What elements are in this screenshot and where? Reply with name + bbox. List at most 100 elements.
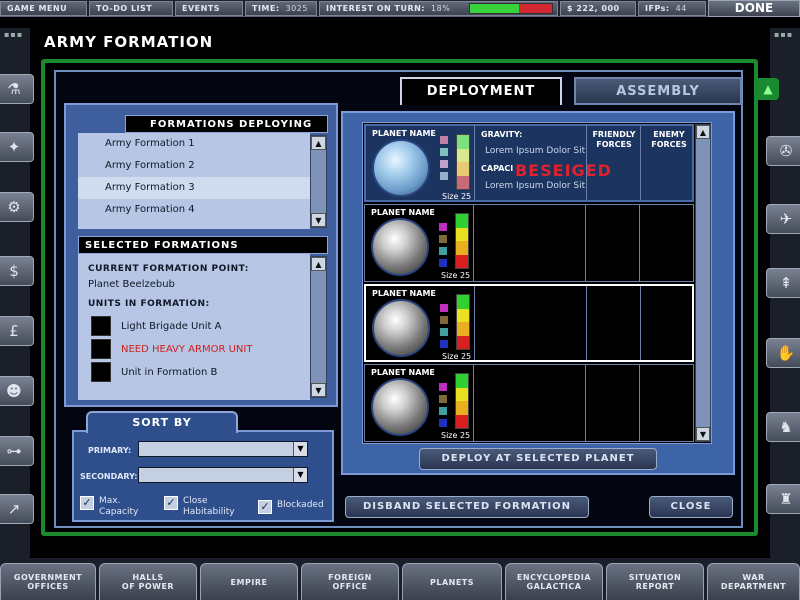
nav-encyclopedia-galactica[interactable]: ENCYCLOPEDIA GALACTICA [505,563,603,600]
check-icon[interactable]: ✓ [258,500,272,514]
secondary-dropdown[interactable]: ▼ [138,467,308,483]
events-button[interactable]: EVENTS [175,1,243,16]
friendly-forces-cell [585,205,639,281]
interest-label: INTEREST ON TURN: [326,4,426,13]
checkbox-label: Max. Capacity [99,496,139,517]
planet-icon [372,299,430,357]
planet-grid-scrollbar[interactable]: ▲ ▼ [695,124,711,442]
nav-situation-report[interactable]: SITUATION REPORT [606,563,704,600]
plane-icon[interactable]: ✈ [766,204,800,234]
unit-name: Light Brigade Unit A [121,320,222,332]
check-icon[interactable]: ✓ [164,496,178,510]
globe-icon[interactable]: ✦ [0,132,34,162]
planet-row[interactable]: PLANET NAME Size 25 [364,204,694,282]
units-scrollbar[interactable]: ▲ ▼ [310,256,327,398]
network-icon[interactable]: ⊶ [0,436,34,466]
unit-name: Unit in Formation B [121,366,218,378]
nav-government-offices[interactable]: GOVERNMENT OFFICES [0,563,96,600]
formations-scrollbar[interactable]: ▲ ▼ [310,135,327,228]
unit-row[interactable]: Unit in Formation B [91,362,217,382]
nav-halls-of-power[interactable]: HALLS OF POWER [99,563,197,600]
checkbox-label: Blockaded [277,500,324,510]
deploy-button[interactable]: DEPLOY AT SELECTED PLANET [419,448,657,470]
time-value: 3025 [285,4,308,13]
gravity-value: Lorem Ipsum Dolor Sit [485,146,586,156]
planet-size: Size 25 [441,431,471,440]
gravity-cell [473,205,585,281]
planet-name-label: PLANET NAME [371,208,435,217]
resource-swatch [440,148,448,156]
ifps-display: IFPs: 44 [638,1,706,16]
flask-icon[interactable]: ⚗ [0,74,34,104]
check-icon[interactable]: ✓ [80,496,94,510]
planet-row[interactable]: PLANET NAME Size 25 [364,284,694,362]
pound-icon[interactable]: £ [0,316,34,346]
scroll-up-icon[interactable]: ▲ [696,125,710,139]
enemy-forces-cell [639,365,693,441]
blockaded-checkbox[interactable]: ✓ Blockaded [258,500,324,514]
scroll-down-icon[interactable]: ▼ [311,213,326,227]
wrench-icon[interactable]: ✇ [766,136,800,166]
list-item[interactable]: Army Formation 2 [78,155,310,177]
planet-size: Size 25 [442,192,472,201]
unit-slot[interactable] [91,316,111,336]
resource-swatch [439,223,447,231]
scroll-up-icon[interactable]: ▲ [311,257,326,271]
resource-swatch [440,136,448,144]
gear-icon[interactable]: ⚙ [0,192,34,222]
secondary-label: SECONDARY: [80,472,138,481]
habitability-gauge [456,294,470,350]
money-display: $ 222, 000 [560,1,636,16]
sort-by-header: SORT BY [86,411,238,433]
friendly-forces-header: FRIENDLY FORCES [592,130,636,149]
unit-slot[interactable] [91,339,111,359]
selected-formations-header: SELECTED FORMATIONS [78,236,328,254]
hand-icon[interactable]: ✋ [766,338,800,368]
nav-planets[interactable]: PLANETS [402,563,502,600]
nav-war-department[interactable]: WAR DEPARTMENT [707,563,800,600]
top-bar: GAME MENU TO-DO LIST EVENTS TIME: 3025 IN… [0,0,800,17]
unit-row[interactable]: NEED HEAVY ARMOR UNIT [91,339,252,359]
units-label: UNITS IN FORMATION: [88,299,210,309]
dollar-icon[interactable]: $ [0,256,34,286]
unit-slot[interactable] [91,362,111,382]
group-icon[interactable]: ☻ [0,376,34,406]
tab-assembly[interactable]: ASSEMBLY [574,77,742,105]
scroll-down-icon[interactable]: ▼ [696,427,710,441]
scroll-up-icon[interactable]: ▲ [311,136,326,150]
chart-icon[interactable]: ↗ [0,494,34,524]
habitability-gauge [455,213,469,269]
chevron-down-icon[interactable]: ▼ [293,468,307,482]
enemy-forces-cell: ENEMY FORCES [640,126,694,200]
planet-row[interactable]: PLANET NAME Size 25 GRAVITY: Lorem Ipsum… [364,124,694,202]
unit-row[interactable]: Light Brigade Unit A [91,316,221,336]
soldier-icon[interactable]: ♞ [766,412,800,442]
list-item[interactable]: Army Formation 3 [78,177,310,199]
nav-empire[interactable]: EMPIRE [200,563,298,600]
tower-icon[interactable]: ♜ [766,484,800,514]
planet-icon [372,139,430,197]
formation-point-value: Planet Beelzebub [88,279,175,290]
todo-list-button[interactable]: TO-DO LIST [89,1,173,16]
chevron-down-icon[interactable]: ▼ [293,442,307,456]
nav-foreign-office[interactable]: FOREIGN OFFICE [301,563,399,600]
list-item[interactable]: Army Formation 4 [78,199,310,221]
scroll-down-icon[interactable]: ▼ [311,383,326,397]
done-button[interactable]: DONE [708,0,800,17]
close-button[interactable]: CLOSE [649,496,733,518]
interest-value: 18% [431,4,451,13]
resource-swatch [440,340,448,348]
planet-row[interactable]: PLANET NAME Size 25 [364,364,694,442]
primary-dropdown[interactable]: ▼ [138,441,308,457]
list-item[interactable]: Army Formation 1 [78,133,310,155]
disband-button[interactable]: DISBAND SELECTED FORMATION [345,496,589,518]
game-menu-button[interactable]: GAME MENU [0,1,87,16]
frame-tab-icon[interactable]: ▲ [757,78,779,100]
resource-swatch [439,395,447,403]
fighter-icon[interactable]: ⇞ [766,268,800,298]
time-label: TIME: [252,4,280,13]
close-habitability-checkbox[interactable]: ✓ Close Habitability [164,496,235,518]
max-capacity-checkbox[interactable]: ✓ Max. Capacity [80,496,138,518]
formation-point-label: CURRENT FORMATION POINT: [88,264,249,274]
tab-deployment[interactable]: DEPLOYMENT [400,77,562,105]
